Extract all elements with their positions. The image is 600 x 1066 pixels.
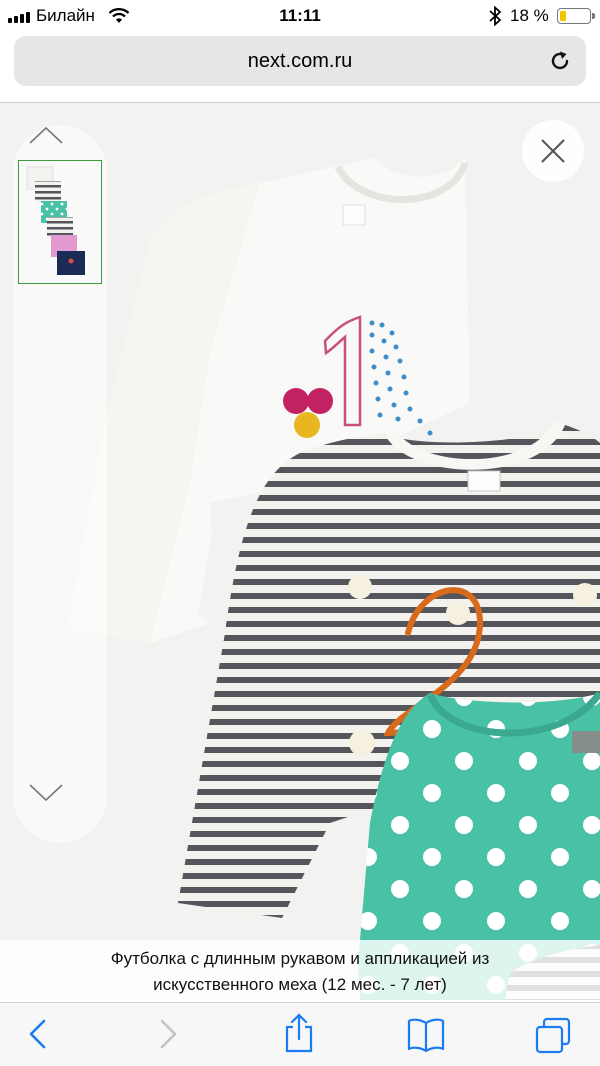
bluetooth-icon <box>489 6 502 26</box>
url-text[interactable]: next.com.ru <box>14 50 586 73</box>
close-button[interactable] <box>522 120 584 182</box>
address-bar[interactable]: next.com.ru <box>14 36 586 86</box>
thumbnail-item[interactable] <box>18 160 102 284</box>
product-title: Футболка с длинным рукавом и аппликацией… <box>0 940 600 1002</box>
share-icon[interactable] <box>282 1013 316 1053</box>
product-title-line-2: искусственного меха (12 мес. - 7 лет) <box>153 975 447 994</box>
back-arrow-icon[interactable] <box>26 1017 50 1051</box>
close-icon <box>541 139 565 163</box>
reload-icon[interactable] <box>548 49 572 73</box>
status-bar: Билайн 11:11 18 % <box>0 0 600 34</box>
chevron-up-icon[interactable] <box>28 125 64 145</box>
product-gallery[interactable] <box>0 103 600 1000</box>
thumbnail-image <box>19 161 100 282</box>
forward-arrow-icon[interactable] <box>156 1017 180 1051</box>
battery-icon <box>557 8 595 24</box>
product-title-line-1: Футболка с длинным рукавом и аппликацией… <box>110 949 490 968</box>
book-icon[interactable] <box>406 1017 446 1053</box>
tabs-icon[interactable] <box>534 1017 572 1055</box>
chevron-down-icon[interactable] <box>28 783 64 803</box>
browser-toolbar <box>0 1002 600 1066</box>
battery-percent: 18 % <box>510 6 549 25</box>
